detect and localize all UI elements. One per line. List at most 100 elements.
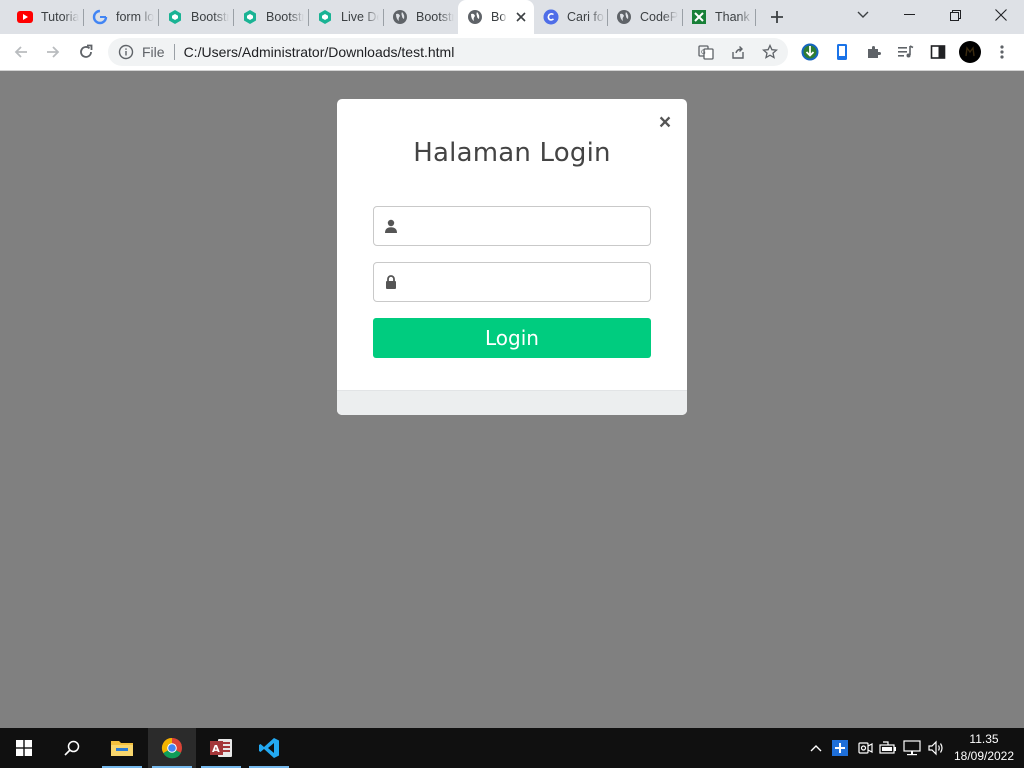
side-panel-icon[interactable]	[925, 39, 951, 65]
svg-text:G: G	[701, 49, 706, 56]
browser-tab[interactable]: Bootstrap	[158, 4, 230, 30]
svg-text:A: A	[212, 744, 220, 755]
arrow-left-icon	[14, 46, 27, 58]
globe-icon	[616, 9, 632, 25]
browser-tab[interactable]: Tutorial	[8, 4, 80, 30]
scheme-label: File	[142, 44, 165, 60]
bootsnipp-icon	[242, 9, 258, 25]
back-button[interactable]	[8, 39, 34, 65]
start-button[interactable]	[0, 728, 48, 768]
modal-footer	[337, 390, 687, 415]
info-icon[interactable]	[118, 44, 134, 60]
access-taskbar[interactable]: A	[197, 728, 245, 768]
vscode-taskbar[interactable]	[245, 728, 293, 768]
bootsnipp-icon	[167, 9, 183, 25]
menu-kebab-icon[interactable]	[989, 39, 1015, 65]
login-button[interactable]: Login	[373, 318, 651, 358]
reload-icon	[80, 44, 93, 58]
windows-taskbar: A 11.35 18/09/2022	[0, 728, 1024, 768]
plus-icon	[771, 11, 783, 23]
chrome-icon	[161, 737, 182, 759]
browser-tab[interactable]: CodePen	[607, 4, 679, 30]
restore-button[interactable]	[932, 0, 978, 30]
tray-app-icon[interactable]	[830, 738, 850, 758]
windows-logo-icon	[16, 740, 32, 756]
browser-tab[interactable]: form login	[83, 4, 155, 30]
tray-network-icon[interactable]	[902, 738, 922, 758]
tray-camera-icon[interactable]	[855, 738, 875, 758]
translate-icon[interactable]: G	[697, 43, 715, 61]
sheets-icon	[691, 9, 707, 25]
vscode-icon	[259, 738, 279, 758]
login-modal: × Halaman Login Login	[337, 99, 687, 415]
taskbar-clock[interactable]: 11.35 18/09/2022	[948, 731, 1020, 765]
tab-separator	[755, 9, 756, 26]
password-input[interactable]	[408, 264, 644, 300]
search-icon	[64, 740, 80, 756]
browser-tab-strip: Tutorial form login Bootstrap Bootstrap …	[0, 0, 1024, 34]
username-field[interactable]	[373, 206, 651, 246]
clock-time: 11.35	[969, 732, 999, 746]
password-field[interactable]	[373, 262, 651, 302]
address-divider	[173, 44, 175, 60]
access-icon: A	[210, 739, 232, 757]
tab-label: Bootstrap	[266, 10, 304, 24]
modal-close-button[interactable]: ×	[657, 112, 673, 133]
address-bar[interactable]: File C:/Users/Administrator/Downloads/te…	[108, 38, 788, 66]
browser-tab[interactable]: Thank you	[682, 4, 754, 30]
bookmark-star-icon[interactable]	[761, 43, 779, 61]
idm-extension-icon[interactable]	[797, 39, 823, 65]
media-control-icon[interactable]	[893, 39, 919, 65]
modal-title: Halaman Login	[413, 138, 611, 168]
chevron-down-icon	[857, 11, 869, 18]
tray-battery-icon[interactable]	[878, 738, 898, 758]
canva-icon	[543, 9, 559, 25]
tab-label: Bootstrap	[191, 10, 229, 24]
new-tab-button[interactable]	[766, 6, 788, 28]
youtube-icon	[17, 9, 33, 25]
lock-icon	[374, 263, 408, 301]
profile-avatar[interactable]	[957, 39, 983, 65]
user-icon	[374, 207, 408, 245]
chrome-taskbar[interactable]	[148, 728, 196, 768]
browser-tab-active[interactable]: Bootstrap	[458, 0, 534, 34]
tab-label: Tutorial	[41, 10, 79, 24]
tab-label: Bootstrap	[491, 10, 507, 24]
tab-label: Cari font	[567, 10, 605, 24]
browser-tab[interactable]: Bootstrap	[383, 4, 455, 30]
minimize-icon	[903, 14, 915, 15]
browser-tab[interactable]: Live Demo	[308, 4, 380, 30]
close-window-button[interactable]	[978, 0, 1024, 30]
folder-icon	[111, 741, 133, 756]
tab-label: Thank you	[715, 10, 753, 24]
file-explorer-taskbar[interactable]	[98, 728, 146, 768]
globe-icon	[392, 9, 408, 25]
restore-icon	[949, 9, 961, 21]
tray-overflow-chevron-icon[interactable]	[806, 738, 826, 758]
tab-label: Bootstrap	[416, 10, 454, 24]
globe-icon	[467, 9, 483, 25]
tab-label: CodePen	[640, 10, 678, 24]
url-text[interactable]: C:/Users/Administrator/Downloads/test.ht…	[184, 44, 455, 60]
clock-date: 18/09/2022	[953, 749, 1015, 763]
tray-volume-icon[interactable]	[926, 738, 946, 758]
browser-tab[interactable]: Bootstrap	[233, 4, 305, 30]
bootsnipp-icon	[317, 9, 333, 25]
arrow-right-icon	[47, 46, 60, 58]
forward-button[interactable]	[40, 39, 66, 65]
share-icon[interactable]	[729, 43, 747, 61]
phone-extension-icon[interactable]	[829, 39, 855, 65]
username-input[interactable]	[408, 208, 644, 244]
search-button[interactable]	[48, 728, 96, 768]
tab-search-button[interactable]	[840, 0, 886, 30]
minimize-button[interactable]	[886, 0, 932, 30]
close-icon	[995, 9, 1007, 21]
tab-close-icon[interactable]	[513, 9, 529, 25]
tab-label: Live Demo	[341, 10, 379, 24]
browser-tab[interactable]: Cari font	[534, 4, 606, 30]
reload-button[interactable]	[73, 39, 99, 65]
extensions-puzzle-icon[interactable]	[861, 39, 887, 65]
browser-toolbar: File C:/Users/Administrator/Downloads/te…	[0, 34, 1024, 71]
google-icon	[92, 9, 108, 25]
tab-label: form login	[116, 10, 154, 24]
